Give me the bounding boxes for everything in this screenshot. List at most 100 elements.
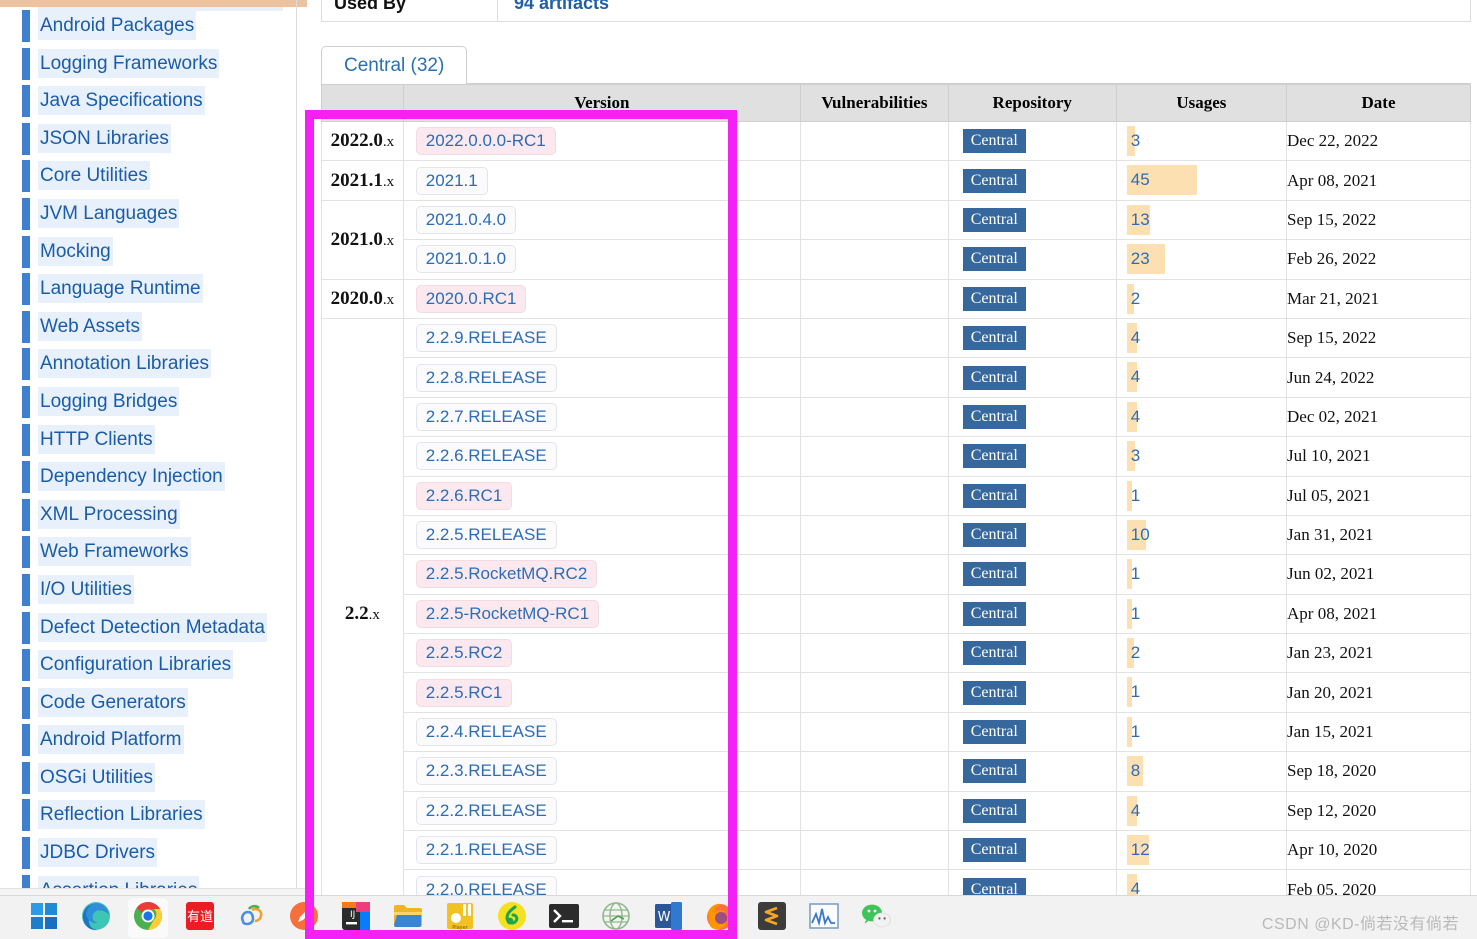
version-link[interactable]: 2.2.5.RELEASE [415,521,557,550]
sidebar-item-label[interactable]: Web Assets [38,311,142,341]
category-sidebar[interactable]: Android Packages Logging Frameworks Java S… [0,7,307,895]
version-link[interactable]: 2.2.7.RELEASE [415,402,557,431]
sidebar-item-logging-frameworks[interactable]: Logging Frameworks [0,45,307,83]
repository-badge[interactable]: Central [962,207,1026,232]
sidebar-item-label[interactable]: Web Frameworks [38,537,191,567]
repository-badge[interactable]: Central [962,759,1026,784]
usages-count[interactable]: 1 [1131,561,1140,587]
sidebar-item-android-platform[interactable]: Android Platform [0,721,307,759]
sidebar-item-code-generators[interactable]: Code Generators [0,684,307,722]
sidebar-item-label[interactable]: Mocking [38,236,113,266]
sidebar-item-http-clients[interactable]: HTTP Clients [0,421,307,459]
version-link[interactable]: 2.2.5.RC2 [415,639,513,668]
used-by-value[interactable]: 94 artifacts [498,0,609,21]
sidebar-item-dependency-injection[interactable]: Dependency Injection [0,458,307,496]
sidebar-item-mocking[interactable]: Mocking [0,233,307,271]
usages-count[interactable]: 12 [1131,837,1150,863]
sidebar-item-label[interactable]: Language Runtime [38,274,203,304]
sidebar-item-jvm-languages[interactable]: JVM Languages [0,195,307,233]
sidebar-item-defect-detection-metadata[interactable]: Defect Detection Metadata [0,609,307,647]
sidebar-item-label[interactable]: Configuration Libraries [38,650,234,680]
sidebar-item-label[interactable]: Core Utilities [38,161,150,191]
sidebar-item-label[interactable]: Java Specifications [38,86,205,116]
usages-count[interactable]: 45 [1131,167,1150,193]
windows-taskbar[interactable]: 有道 IJ Player W [0,895,1477,939]
wechat-icon[interactable] [850,896,902,939]
sidebar-item-core-utilities[interactable]: Core Utilities [0,157,307,195]
repository-badge[interactable]: Central [962,404,1026,429]
windows-start-icon[interactable] [18,896,70,939]
repository-badge[interactable]: Central [962,129,1026,154]
google-chrome-icon[interactable] [122,896,174,939]
version-link[interactable]: 2022.0.0.0-RC1 [415,127,556,156]
sidebar-item-json-libraries[interactable]: JSON Libraries [0,120,307,158]
repository-badge[interactable]: Central [962,326,1026,351]
usages-count[interactable]: 10 [1131,522,1150,548]
sidebar-item-label[interactable]: JDBC Drivers [38,838,158,868]
version-link[interactable]: 2.2.5.RC1 [415,678,513,707]
sidebar-item-osgi-utilities[interactable]: OSGi Utilities [0,759,307,797]
sublime-text-icon[interactable] [746,896,798,939]
version-link[interactable]: 2021.0.4.0 [415,205,517,234]
sidebar-item-label[interactable]: I/O Utilities [38,574,134,604]
version-link[interactable]: 2.2.3.RELEASE [415,757,557,786]
version-link[interactable]: 2.2.5.RocketMQ.RC2 [415,560,598,589]
repository-badge[interactable]: Central [962,601,1026,626]
performance-monitor-icon[interactable] [798,896,850,939]
usages-count[interactable]: 8 [1131,758,1140,784]
version-link[interactable]: 2.2.4.RELEASE [415,718,557,747]
version-link[interactable]: 2020.0.RC1 [415,284,527,313]
sidebar-item-i-o-utilities[interactable]: I/O Utilities [0,571,307,609]
sidebar-item-label[interactable]: JSON Libraries [38,123,171,153]
repository-badge[interactable]: Central [962,641,1026,666]
version-link[interactable]: 2.2.9.RELEASE [415,324,557,353]
usages-count[interactable]: 2 [1131,640,1140,666]
sidebar-item-label[interactable]: Logging Frameworks [38,48,220,78]
repository-badge[interactable]: Central [962,286,1026,311]
sidebar-item-label[interactable]: Defect Detection Metadata [38,612,267,642]
repository-badge[interactable]: Central [962,247,1026,272]
sidebar-item-reflection-libraries[interactable]: Reflection Libraries [0,796,307,834]
repository-badge[interactable]: Central [962,798,1026,823]
microsoft-edge-icon[interactable] [70,896,122,939]
usages-count[interactable]: 4 [1131,325,1140,351]
sidebar-item-label[interactable]: HTTP Clients [38,424,155,454]
repository-badge[interactable]: Central [962,720,1026,745]
version-link[interactable]: 2.2.6.RC1 [415,481,513,510]
sidebar-item-java-specifications[interactable]: Java Specifications [0,82,307,120]
version-link[interactable]: 2.2.2.RELEASE [415,796,557,825]
version-link[interactable]: 2.2.1.RELEASE [415,836,557,865]
sidebar-item-label[interactable]: Code Generators [38,687,188,717]
repository-badge[interactable]: Central [962,562,1026,587]
usages-count[interactable]: 1 [1131,483,1140,509]
youdao-dictionary-icon[interactable]: 有道 [174,896,226,939]
sidebar-item-language-runtime[interactable]: Language Runtime [0,270,307,308]
usages-count[interactable]: 4 [1131,404,1140,430]
repository-badge[interactable]: Central [962,444,1026,469]
repository-badge[interactable]: Central [962,365,1026,390]
sidebar-item-jdbc-drivers[interactable]: JDBC Drivers [0,834,307,872]
sidebar-item-label[interactable]: JVM Languages [38,198,180,228]
version-link[interactable]: 2021.1 [415,166,488,195]
sidebar-item-android-packages[interactable]: Android Packages [0,7,307,45]
version-link[interactable]: 2021.0.1.0 [415,245,517,274]
usages-count[interactable]: 13 [1131,207,1150,233]
sidebar-item-logging-bridges[interactable]: Logging Bridges [0,383,307,421]
sidebar-item-label[interactable]: Reflection Libraries [38,800,205,830]
usages-count[interactable]: 3 [1131,443,1140,469]
sidebar-item-label[interactable]: Android Packages [38,11,197,40]
sidebar-item-web-assets[interactable]: Web Assets [0,308,307,346]
sidebar-item-label[interactable]: OSGi Utilities [38,762,155,792]
sidebar-item-label[interactable]: Android Platform [38,725,184,755]
tab-central[interactable]: Central (32) [321,46,468,84]
version-link[interactable]: 2.2.8.RELEASE [415,363,557,392]
sidebar-item-label[interactable]: XML Processing [38,499,180,529]
usages-count[interactable]: 2 [1131,286,1140,312]
sidebar-item-configuration-libraries[interactable]: Configuration Libraries [0,646,307,684]
sidebar-item-annotation-libraries[interactable]: Annotation Libraries [0,345,307,383]
usages-count[interactable]: 3 [1131,128,1140,154]
sidebar-item-web-frameworks[interactable]: Web Frameworks [0,533,307,571]
repository-badge[interactable]: Central [962,838,1026,863]
version-link[interactable]: 2.2.5-RocketMQ-RC1 [415,599,600,628]
sidebar-item-label[interactable]: Dependency Injection [38,462,225,492]
